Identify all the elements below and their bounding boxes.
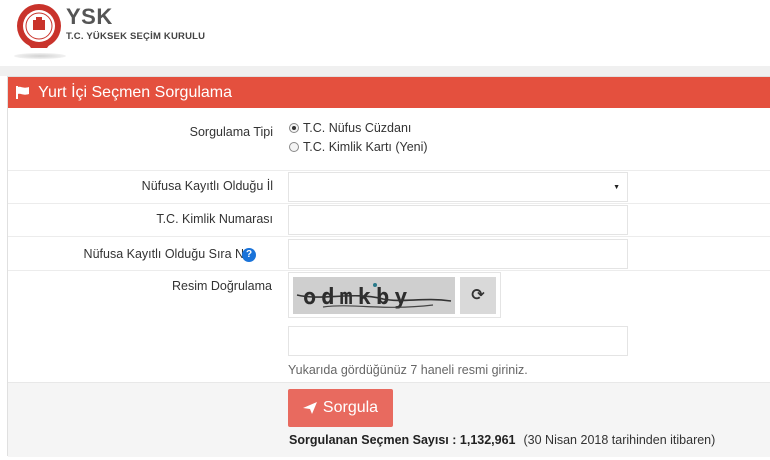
header-divider-band	[0, 66, 770, 76]
captcha-label: Resim Doğrulama	[171, 279, 272, 293]
radio-option-nufus-cuzdani[interactable]: T.C. Nüfus Cüzdanı	[289, 121, 411, 135]
row-tc-number: T.C. Kimlik Numarası	[8, 204, 770, 237]
seal-icon	[17, 4, 61, 48]
voter-query-count: Sorgulanan Seçmen Sayısı : 1,132,961 (30 …	[289, 433, 715, 447]
captcha-input[interactable]	[288, 326, 628, 356]
logo-text: YSK	[66, 4, 113, 29]
panel-title: Yurt İçi Seçmen Sorgulama	[38, 84, 233, 101]
query-submit-button[interactable]: Sorgula	[288, 389, 393, 427]
radio-unselected-indicator[interactable]	[289, 142, 299, 152]
row-sira-no: Nüfusa Kayıtlı Olduğu Sıra No ?	[8, 237, 770, 271]
captcha-box: odmkby ⟳	[288, 272, 501, 318]
province-label: Nüfusa Kayıtlı Olduğu İl	[141, 179, 273, 193]
send-icon	[302, 402, 317, 414]
row-province: Nüfusa Kayıtlı Olduğu İl ▼	[8, 171, 770, 204]
sira-no-label: Nüfusa Kayıtlı Olduğu Sıra No	[83, 247, 251, 261]
captcha-graphic: odmkby	[293, 277, 455, 314]
radio-selected-indicator[interactable]	[289, 123, 299, 133]
chevron-down-icon: ▼	[613, 184, 620, 191]
count-note: (30 Nisan 2018 tarihinden itibaren)	[523, 433, 716, 447]
flag-icon	[16, 86, 29, 99]
row-query-type: Sorgulama Tipi T.C. Nüfus Cüzdanı T.C. K…	[8, 108, 770, 171]
panel-header: Yurt İçi Seçmen Sorgulama	[8, 77, 770, 108]
query-type-label: Sorgulama Tipi	[189, 125, 273, 139]
captcha-image: odmkby	[293, 277, 455, 314]
sira-no-input[interactable]	[288, 239, 628, 269]
tc-number-label: T.C. Kimlik Numarası	[156, 212, 273, 226]
province-select[interactable]: ▼	[288, 172, 628, 202]
submit-area: Sorgula Sorgulanan Seçmen Sayısı : 1,132…	[8, 382, 770, 457]
radio-label-nufus-cuzdani: T.C. Nüfus Cüzdanı	[303, 121, 412, 135]
query-panel: Yurt İçi Seçmen Sorgulama Sorgulama Tipi…	[7, 76, 770, 457]
logo-shadow	[14, 53, 66, 59]
radio-label-kimlik-karti: T.C. Kimlik Kartı (Yeni)	[303, 140, 428, 154]
help-icon[interactable]: ?	[242, 248, 256, 262]
logo-subtitle: T.C. YÜKSEK SEÇİM KURULU	[66, 31, 206, 42]
refresh-icon[interactable]: ⟳	[460, 277, 496, 314]
radio-option-kimlik-karti[interactable]: T.C. Kimlik Kartı (Yeni)	[289, 140, 428, 154]
site-header: YSK T.C. YÜKSEK SEÇİM KURULU	[0, 0, 770, 66]
tc-number-input[interactable]	[288, 205, 628, 235]
captcha-hint: Yukarıda gördüğünüz 7 haneli resmi girin…	[288, 363, 528, 377]
submit-label: Sorgula	[322, 399, 379, 416]
voter-count-text: Sorgulanan Seçmen Sayısı : 1,132,961	[289, 433, 516, 447]
